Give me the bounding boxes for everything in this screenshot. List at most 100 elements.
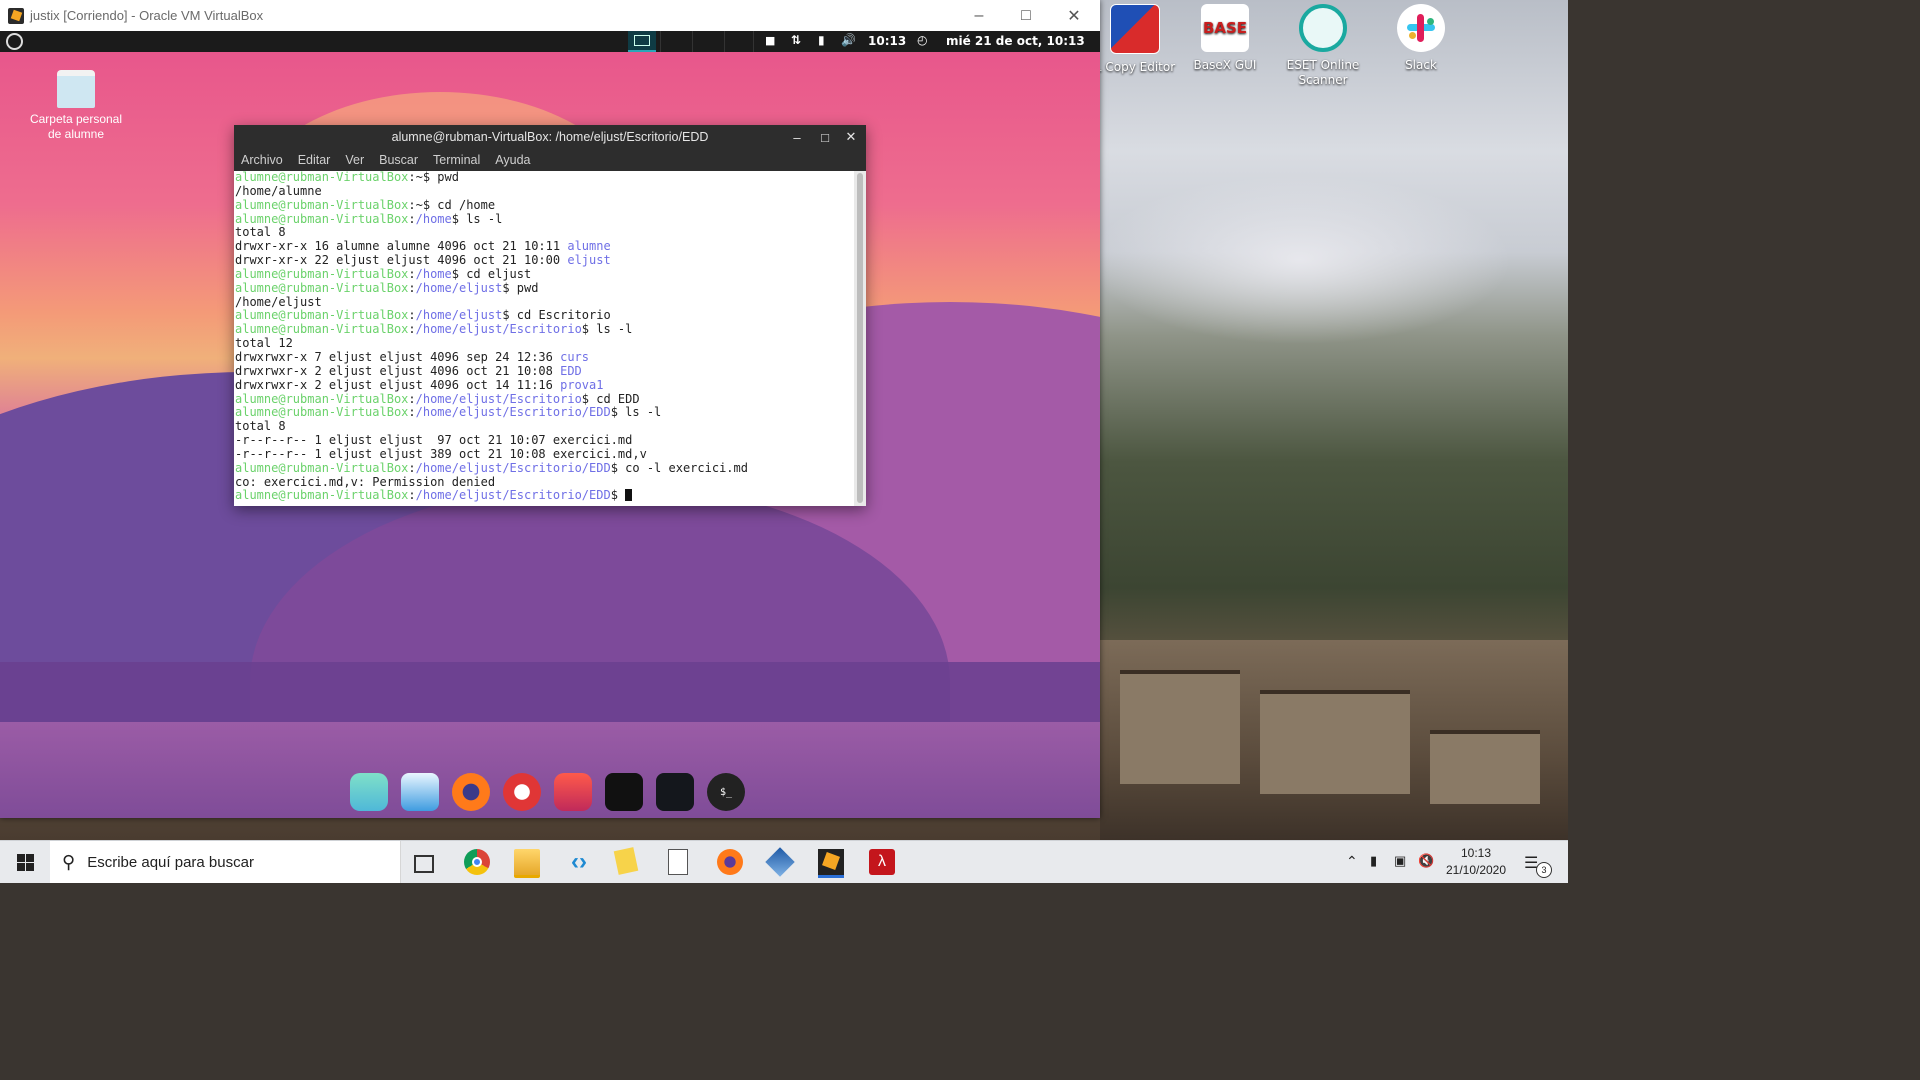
file-explorer-icon[interactable] <box>514 849 540 878</box>
terminal-text-segment: : <box>408 488 416 503</box>
dock-files[interactable] <box>350 773 388 811</box>
host-wallpaper-village <box>1100 640 1568 840</box>
search-placeholder: Escribe aquí para buscar <box>87 853 254 871</box>
terminal-text-segment: : <box>408 322 416 337</box>
terminal-text-segment: /home/eljust <box>235 294 322 309</box>
menu-buscar[interactable]: Buscar <box>379 153 418 167</box>
guest-menu-icon[interactable] <box>6 33 23 50</box>
terminal-text-segment: /home/eljust <box>415 308 503 323</box>
terminal-output[interactable]: alumne@rubman-VirtualBox:~$ pwd/home/alu… <box>234 171 854 506</box>
terminal-text-segment: drwxr-xr-x 16 alumne alumne 4096 oct 21 … <box>235 239 568 254</box>
terminal-close-button[interactable]: ✕ <box>838 125 864 149</box>
terminal-text-segment: alumne@rubman-VirtualBox <box>235 211 409 226</box>
terminal-text-segment: $ ls -l <box>610 405 662 420</box>
terminal-maximize-button[interactable]: □ <box>812 125 838 149</box>
terminal-text-segment: $ cd eljust <box>451 266 532 281</box>
terminal-text-segment: -r--r--r-- 1 eljust eljust 97 oct 21 10:… <box>235 433 633 448</box>
acrobat-icon[interactable]: λ <box>869 849 895 875</box>
guest-home-folder[interactable]: Carpeta personal de alumne <box>20 70 132 142</box>
dock-recorder[interactable] <box>503 773 541 811</box>
terminal-text-segment: : <box>408 460 416 475</box>
terminal-text-segment: /home/alumne <box>235 183 322 198</box>
terminal-line: alumne@rubman-VirtualBox:/home/eljust$ p… <box>234 280 854 296</box>
guest-tray-vbox-icon[interactable]: ■ <box>765 34 775 47</box>
virtualbox-vm-running-icon[interactable] <box>818 849 844 878</box>
host-icon-copy-editor[interactable]: L Copy Editor <box>1090 4 1180 75</box>
terminal-titlebar[interactable]: alumne@rubman-VirtualBox: /home/eljust/E… <box>234 125 866 149</box>
mute-icon[interactable]: 🔇 <box>1418 853 1434 869</box>
terminal-text-segment: $ pwd <box>502 280 539 295</box>
terminal-line: co: exercici.md,v: Permission denied <box>234 475 854 490</box>
notifications-button[interactable]: ☰ 3 <box>1524 853 1552 878</box>
network-tray-icon[interactable]: ▣ <box>1394 853 1406 869</box>
wallpaper-forest <box>0 662 1100 722</box>
sticky-notes-icon[interactable] <box>613 847 639 875</box>
document-icon[interactable] <box>668 849 688 875</box>
terminal-minimize-button[interactable]: – <box>784 125 810 149</box>
clipboard-icon[interactable]: ▮ <box>818 33 825 47</box>
menu-ayuda[interactable]: Ayuda <box>495 153 530 167</box>
network-icon[interactable]: ⇅ <box>791 33 801 47</box>
dock-toggle-app[interactable] <box>554 773 592 811</box>
terminal-text-segment: total 8 <box>235 419 286 434</box>
terminal-text-segment: -r--r--r-- 1 eljust eljust 389 oct 21 10… <box>235 446 647 461</box>
guest-workspace-2[interactable] <box>660 31 689 52</box>
battery-icon[interactable]: ▮ <box>1370 853 1377 869</box>
menu-editar[interactable]: Editar <box>298 153 331 167</box>
guest-workspace-active[interactable] <box>628 31 656 52</box>
terminal-window: alumne@rubman-VirtualBox: /home/eljust/E… <box>234 125 866 506</box>
menu-archivo[interactable]: Archivo <box>241 153 283 167</box>
notifications-badge: 3 <box>1536 862 1552 878</box>
dock-file-manager[interactable] <box>401 773 439 811</box>
taskbar-clock[interactable]: 10:13 21/10/2020 <box>1444 845 1508 879</box>
dock-workspaces[interactable] <box>656 773 694 811</box>
terminal-scrollbar[interactable] <box>854 171 866 506</box>
menu-ver[interactable]: Ver <box>345 153 364 167</box>
chrome-icon[interactable] <box>464 849 490 875</box>
terminal-text-segment: /home <box>415 211 452 226</box>
terminal-text-segment: alumne@rubman-VirtualBox <box>235 171 409 184</box>
tray-overflow-icon[interactable]: ⌃ <box>1346 853 1358 870</box>
vscode-icon[interactable]: ‹› <box>566 849 592 875</box>
windows-start-button[interactable] <box>0 841 50 883</box>
volume-icon[interactable]: 🔊 <box>841 33 856 47</box>
host-icon-eset[interactable]: ESET Online Scanner <box>1278 4 1368 88</box>
terminal-text-segment: : <box>408 211 416 226</box>
close-button[interactable]: ✕ <box>1051 0 1097 31</box>
maximize-button[interactable]: □ <box>1003 0 1049 31</box>
terminal-text-segment: total 12 <box>235 336 293 351</box>
dock-black-app[interactable] <box>605 773 643 811</box>
terminal-text-segment: drwxr-xr-x 22 eljust eljust 4096 oct 21 … <box>235 253 568 268</box>
guest-workspace-3[interactable] <box>692 31 721 52</box>
windows-taskbar: ⚲ Escribe aquí para buscar ‹› λ ⌃ ▮ ▣ 🔇 … <box>0 840 1568 883</box>
task-view-icon[interactable] <box>414 855 434 873</box>
terminal-text-segment: prova1 <box>560 377 604 392</box>
virtualbox-taskbar-icon[interactable] <box>765 847 795 877</box>
firefox-icon[interactable] <box>717 849 743 875</box>
terminal-text-segment: drwxrwxr-x 7 eljust eljust 4096 sep 24 1… <box>235 349 561 364</box>
terminal-text-segment: : <box>408 405 416 420</box>
guest-workspace-4[interactable] <box>724 31 754 52</box>
terminal-text-segment: /home/eljust/Escritorio/EDD <box>415 488 611 503</box>
terminal-line: drwxrwxr-x 7 eljust eljust 4096 sep 24 1… <box>234 349 854 365</box>
guest-panel-date[interactable]: mié 21 de oct, 10:13 <box>946 34 1085 48</box>
terminal-menubar: Archivo Editar Ver Buscar Terminal Ayuda <box>234 149 866 171</box>
dock-terminal[interactable]: $_ <box>707 773 745 811</box>
terminal-text-segment: /home/eljust/Escritorio <box>415 391 582 406</box>
terminal-text-segment: :~$ cd /home <box>408 197 496 212</box>
taskbar-search-box[interactable]: ⚲ Escribe aquí para buscar <box>50 841 401 883</box>
minimize-button[interactable]: – <box>956 0 1002 31</box>
basex-icon: BASE <box>1201 4 1249 52</box>
host-icon-slack[interactable]: Slack <box>1376 4 1466 73</box>
terminal-text-segment: alumne@rubman-VirtualBox <box>235 308 409 323</box>
host-icon-basex[interactable]: BASE BaseX GUI <box>1180 4 1270 73</box>
menu-terminal[interactable]: Terminal <box>433 153 480 167</box>
vbox-titlebar[interactable]: justix [Corriendo] - Oracle VM VirtualBo… <box>0 0 1100 31</box>
terminal-text-segment: /home <box>415 266 452 281</box>
terminal-text-segment: EDD <box>560 363 582 378</box>
clock-icon: ◴ <box>917 33 928 47</box>
dock-firefox[interactable] <box>452 773 490 811</box>
host-icon-label: BaseX GUI <box>1193 58 1257 72</box>
terminal-line: total 8 <box>234 225 854 240</box>
terminal-line: -r--r--r-- 1 eljust eljust 389 oct 21 10… <box>234 446 854 462</box>
